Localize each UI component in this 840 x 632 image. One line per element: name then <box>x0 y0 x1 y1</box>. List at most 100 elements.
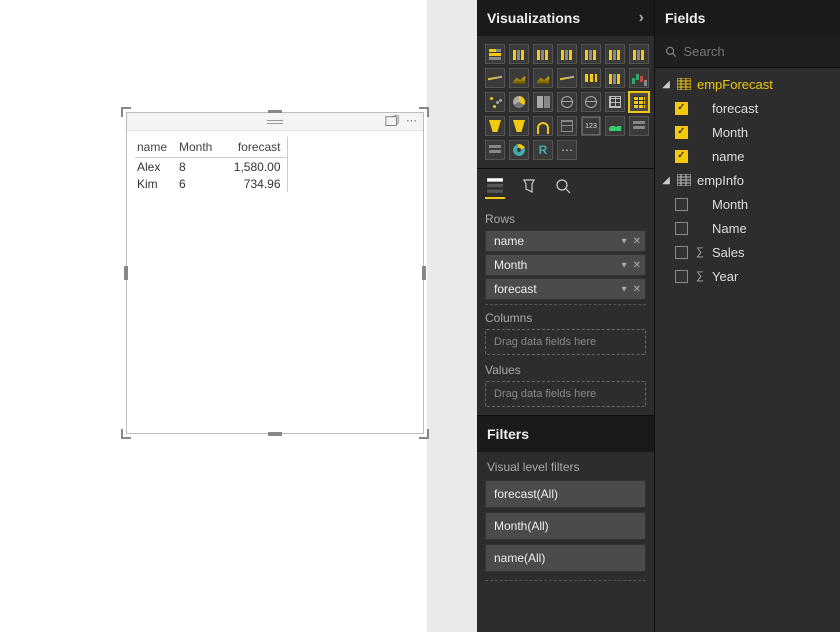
viz-type-more3-icon[interactable] <box>557 140 577 160</box>
field-label: name <box>712 149 745 164</box>
col-header-name[interactable]: name <box>135 137 177 158</box>
remove-icon[interactable]: ✕ <box>633 260 641 271</box>
table-label: empInfo <box>697 173 744 188</box>
field-pill-forecast[interactable]: forecast ▾✕ <box>485 278 646 300</box>
field-pill-name[interactable]: name ▾✕ <box>485 230 646 252</box>
viz-type-slicer-icon[interactable] <box>629 116 649 136</box>
format-tab-icon[interactable] <box>519 177 539 199</box>
filter-forecast[interactable]: forecast(All) <box>485 480 646 508</box>
viz-type-funnel-icon[interactable] <box>509 116 529 136</box>
more-options-icon[interactable]: ⋯ <box>405 115 419 129</box>
viz-type-line-icon[interactable] <box>557 68 577 88</box>
fields-title: Fields <box>665 10 705 26</box>
viz-type-donut-icon[interactable] <box>509 140 529 160</box>
viz-type-area-icon[interactable] <box>509 68 529 88</box>
visualizations-title: Visualizations <box>487 10 580 26</box>
table-empForecast[interactable]: ◢ empForecast <box>655 72 840 96</box>
field-Year[interactable]: ∑Year <box>655 264 840 288</box>
filter-month[interactable]: Month(All) <box>485 512 646 540</box>
pane-tabs <box>477 168 654 200</box>
viz-type-col-icon[interactable] <box>581 44 601 64</box>
matrix-visual[interactable]: ⋯ name Month forecast Alex 8 1,580.00 Ki… <box>126 112 424 434</box>
viz-type-pie-icon[interactable] <box>509 92 529 112</box>
field-checkbox[interactable] <box>675 270 688 283</box>
chevron-down-icon[interactable]: ▾ <box>622 260 627 271</box>
field-checkbox[interactable] <box>675 150 688 163</box>
fields-tree: ◢ empForecast forecast Month name ◢ empInfo Mon… <box>655 68 840 292</box>
fields-header[interactable]: Fields <box>655 0 840 36</box>
focus-mode-icon[interactable] <box>385 115 399 129</box>
viz-type-slicer-icon[interactable] <box>485 140 505 160</box>
field-Sales[interactable]: ∑Sales <box>655 240 840 264</box>
viz-type-map-icon[interactable] <box>557 92 577 112</box>
viz-type-stacked-bar-h-icon[interactable] <box>485 44 505 64</box>
viz-type-card-icon[interactable] <box>581 116 601 136</box>
field-Name[interactable]: Name <box>655 216 840 240</box>
field-forecast[interactable]: forecast <box>655 96 840 120</box>
fields-tab-icon[interactable] <box>485 177 505 199</box>
rows-well[interactable]: name ▾✕ Month ▾✕ forecast ▾✕ <box>485 230 646 300</box>
viz-type-ribbon-icon[interactable] <box>581 68 601 88</box>
remove-icon[interactable]: ✕ <box>633 284 641 295</box>
drag-grip-icon[interactable] <box>267 119 283 125</box>
columns-well[interactable]: Drag data fields here <box>485 329 646 355</box>
viz-type-funnel-icon[interactable] <box>485 116 505 136</box>
viz-type-map-icon[interactable] <box>581 92 601 112</box>
expand-caret-icon[interactable]: ◢ <box>661 175 671 186</box>
viz-type-treemap-icon[interactable] <box>533 92 553 112</box>
expand-caret-icon[interactable]: ◢ <box>661 79 671 90</box>
field-checkbox[interactable] <box>675 246 688 259</box>
table-label: empForecast <box>697 77 773 92</box>
viz-type-matrix-i-icon[interactable] <box>629 92 649 112</box>
columns-well-label: Columns <box>485 305 646 329</box>
viz-type-col-icon[interactable] <box>509 44 529 64</box>
col-header-forecast[interactable]: forecast <box>227 137 287 158</box>
table-row: Alex 8 1,580.00 <box>135 158 287 176</box>
report-canvas[interactable]: ⋯ name Month forecast Alex 8 1,580.00 Ki… <box>0 0 427 632</box>
filter-name[interactable]: name(All) <box>485 544 646 572</box>
remove-icon[interactable]: ✕ <box>633 236 641 247</box>
field-pill-month[interactable]: Month ▾✕ <box>485 254 646 276</box>
collapse-chevron-icon[interactable]: › <box>639 9 644 27</box>
viz-type-multicard-icon[interactable] <box>557 116 577 136</box>
viz-type-kpi-icon[interactable] <box>605 116 625 136</box>
values-well-label: Values <box>485 357 646 381</box>
chevron-down-icon[interactable]: ▾ <box>622 284 627 295</box>
visualizations-header[interactable]: Visualizations › <box>477 0 654 36</box>
field-checkbox[interactable] <box>675 126 688 139</box>
viz-type-col-icon[interactable] <box>629 44 649 64</box>
col-header-month[interactable]: Month <box>177 137 227 158</box>
viz-type-waterfall-icon[interactable] <box>629 68 649 88</box>
viz-type-col-icon[interactable] <box>605 68 625 88</box>
viz-type-line-icon[interactable] <box>485 68 505 88</box>
field-Month[interactable]: Month <box>655 120 840 144</box>
viz-type-gauge-icon[interactable] <box>533 116 553 136</box>
matrix-body: name Month forecast Alex 8 1,580.00 Kim … <box>127 131 423 198</box>
visualization-gallery <box>477 36 654 164</box>
field-label: forecast <box>712 101 758 116</box>
analytics-tab-icon[interactable] <box>553 177 573 199</box>
search-input[interactable] <box>683 44 830 59</box>
viz-type-area-icon[interactable] <box>533 68 553 88</box>
sigma-icon: ∑ <box>694 270 706 282</box>
values-well[interactable]: Drag data fields here <box>485 381 646 407</box>
chevron-down-icon[interactable]: ▾ <box>622 236 627 247</box>
field-checkbox[interactable] <box>675 102 688 115</box>
field-checkbox[interactable] <box>675 198 688 211</box>
field-Month[interactable]: Month <box>655 192 840 216</box>
field-name[interactable]: name <box>655 144 840 168</box>
viz-type-scatter-icon[interactable] <box>485 92 505 112</box>
field-label: Month <box>712 125 748 140</box>
viz-type-col-icon[interactable] <box>605 44 625 64</box>
viz-type-r-icon[interactable] <box>533 140 553 160</box>
visual-header: ⋯ <box>127 113 423 131</box>
filters-header[interactable]: Filters <box>477 415 654 452</box>
viz-type-col-icon[interactable] <box>533 44 553 64</box>
viz-type-table-icon[interactable] <box>605 92 625 112</box>
search-icon <box>665 45 677 59</box>
viz-type-col-icon[interactable] <box>557 44 577 64</box>
visualizations-panel: Visualizations › Rows name ▾✕ <box>477 0 655 632</box>
table-empInfo[interactable]: ◢ empInfo <box>655 168 840 192</box>
fields-search[interactable] <box>655 36 840 68</box>
field-checkbox[interactable] <box>675 222 688 235</box>
